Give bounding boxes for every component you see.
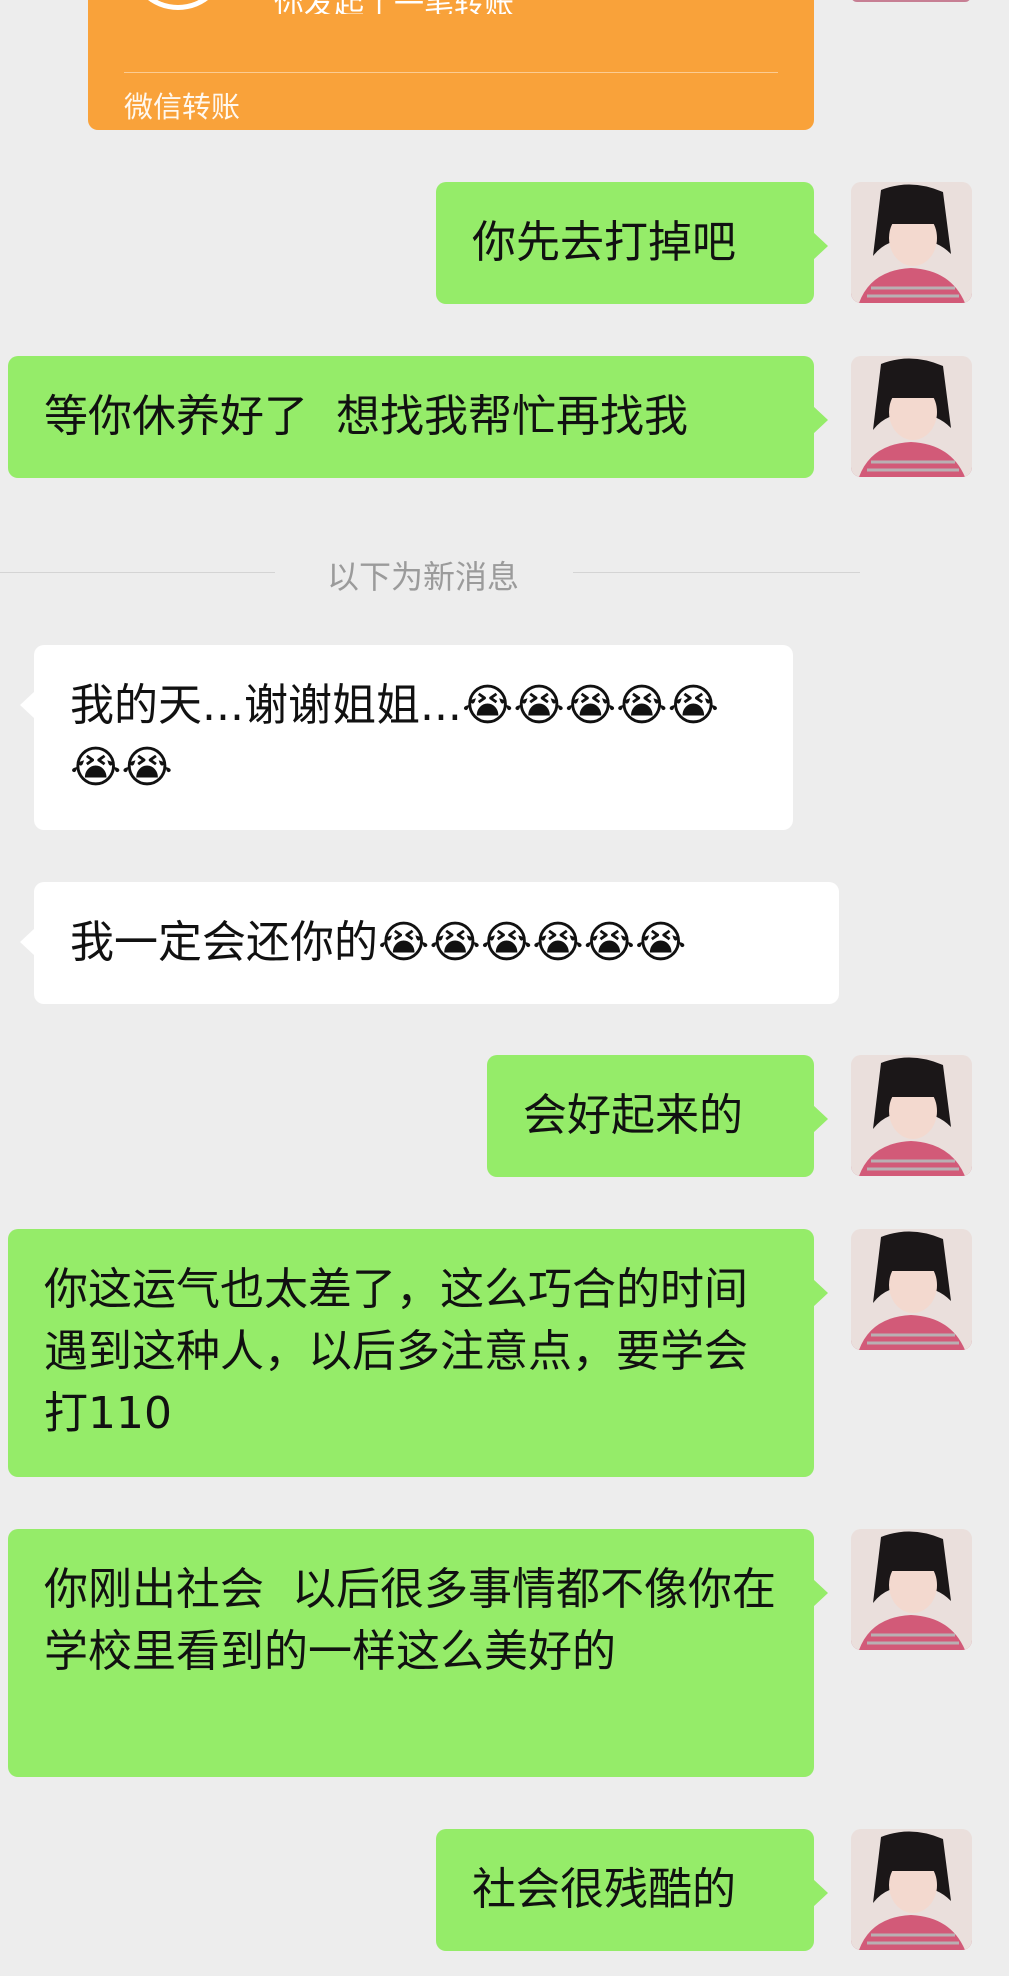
avatar[interactable]	[851, 1529, 972, 1650]
transfer-icon	[128, 0, 228, 10]
outgoing-bubble[interactable]: 会好起来的	[487, 1055, 828, 1177]
outgoing-bubble[interactable]: 社会很残酷的	[436, 1829, 828, 1951]
transfer-card[interactable]: 你发起了一笔转账 微信转账	[88, 0, 814, 130]
avatar-photo-icon	[851, 1829, 972, 1950]
outgoing-bubble[interactable]: 等你休养好了 想找我帮忙再找我	[8, 356, 828, 478]
avatar[interactable]	[851, 356, 972, 477]
message-text: 我一定会还你的😭😭😭😭😭😭	[70, 917, 687, 968]
avatar-photo-icon	[851, 1529, 972, 1650]
transfer-description: 你发起了一笔转账	[274, 0, 514, 14]
outgoing-bubble[interactable]: 你先去打掉吧	[436, 182, 828, 304]
avatar[interactable]	[851, 1829, 972, 1950]
message-text: 你先去打掉吧	[472, 217, 736, 268]
new-messages-label: 以下为新消息	[326, 558, 519, 596]
transfer-divider	[124, 72, 778, 73]
outgoing-bubble[interactable]: 你刚出社会 以后很多事情都不像你在学校里看到的一样这么美好的	[8, 1529, 828, 1777]
message-text: 我的天...谢谢姐姐...😭😭😭😭😭😭😭	[70, 680, 719, 793]
transfer-footer-label: 微信转账	[124, 90, 241, 124]
message-text: 会好起来的	[523, 1090, 743, 1141]
message-text: 社会很残酷的	[472, 1864, 736, 1915]
incoming-bubble[interactable]: 我的天...谢谢姐姐...😭😭😭😭😭😭😭	[20, 645, 793, 830]
message-text: 你这运气也太差了，这么巧合的时间遇到这种人，以后多注意点，要学会打110	[44, 1264, 748, 1439]
avatar[interactable]	[851, 1055, 972, 1176]
avatar-partial[interactable]	[851, 0, 971, 2]
incoming-bubble[interactable]: 我一定会还你的😭😭😭😭😭😭	[20, 882, 839, 1004]
avatar-photo-icon	[851, 1055, 972, 1176]
outgoing-bubble[interactable]: 你这运气也太差了，这么巧合的时间遇到这种人，以后多注意点，要学会打110	[8, 1229, 828, 1477]
message-text: 等你休养好了 想找我帮忙再找我	[44, 391, 688, 442]
avatar[interactable]	[851, 182, 972, 303]
avatar-photo-icon	[851, 1229, 972, 1350]
avatar-photo-icon	[851, 356, 972, 477]
message-text: 你刚出社会 以后很多事情都不像你在学校里看到的一样这么美好的	[44, 1564, 776, 1677]
avatar[interactable]	[851, 1229, 972, 1350]
avatar-photo-icon	[851, 182, 972, 303]
